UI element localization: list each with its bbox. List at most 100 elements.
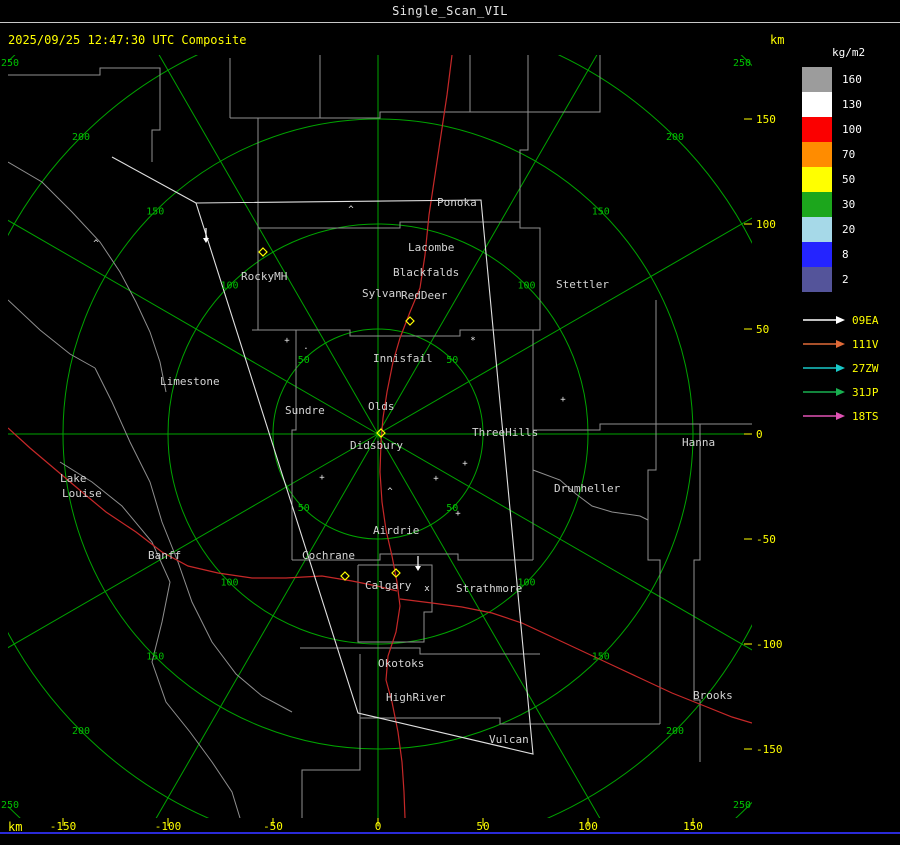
scale-swatch xyxy=(802,92,832,117)
track-id-label: 27ZW xyxy=(852,361,879,375)
city-label-lacombe: Lacombe xyxy=(408,241,454,254)
municipal-boundary xyxy=(59,461,241,818)
municipal-boundary xyxy=(647,300,661,724)
highway-line xyxy=(399,598,752,724)
track-legend: 09EA 111V 27ZW 31JP 18TS xyxy=(802,308,900,428)
scale-swatch xyxy=(802,67,832,92)
municipal-boundary xyxy=(528,55,601,113)
town-mark: + xyxy=(433,474,439,484)
radial-line xyxy=(158,55,379,435)
town-mark: ^ xyxy=(93,239,99,249)
ring-distance-label: 150 xyxy=(146,652,164,663)
timestamp-label: 2025/09/25 12:47:30 UTC Composite xyxy=(8,33,247,47)
city-label-rockymh: RockyMH xyxy=(241,270,287,283)
scale-value: 2 xyxy=(842,273,849,286)
scan-sector-extension xyxy=(111,156,197,204)
municipal-boundary xyxy=(533,423,752,431)
city-label-limestone: Limestone xyxy=(160,375,220,388)
ring-distance-label: 100 xyxy=(517,281,535,292)
city-label-blackfalds: Blackfalds xyxy=(393,266,459,279)
town-mark: x xyxy=(424,584,430,594)
municipal-boundary xyxy=(519,55,541,560)
ring-distance-label: 250 xyxy=(1,800,19,811)
ring-distance-label: 250 xyxy=(1,58,19,69)
city-label-sylvan: Sylvan xyxy=(362,287,402,300)
ring-distance-label: 200 xyxy=(666,726,684,737)
bottom-border xyxy=(0,832,900,834)
legend-unit-label: kg/m2 xyxy=(832,46,866,59)
window-title: Single_Scan_VIL xyxy=(392,4,508,18)
municipal-boundary xyxy=(8,299,96,369)
city-label-vulcan: Vulcan xyxy=(489,733,529,746)
track-arrow-icon xyxy=(803,364,845,372)
radial-line xyxy=(377,433,752,651)
axis-unit-top-right: km xyxy=(770,33,785,47)
title-separator xyxy=(0,22,900,23)
scale-value: 30 xyxy=(842,198,856,211)
city-label-calgary: Calgary xyxy=(365,579,412,592)
right-axis-label: -50 xyxy=(756,533,776,546)
city-label-hanna: Hanna xyxy=(682,436,715,449)
scale-value: 100 xyxy=(842,123,862,136)
map-clipped-layers xyxy=(8,55,752,818)
city-label-drumheller: Drumheller xyxy=(554,482,621,495)
scale-entry: 30 xyxy=(802,192,900,217)
scale-entry: 8 xyxy=(802,242,900,267)
city-label-innisfail: Innisfail xyxy=(373,352,433,365)
scale-entry: 160 xyxy=(802,67,900,92)
municipal-boundary xyxy=(258,221,520,229)
highway-line xyxy=(8,427,398,592)
city-label-reddeer: RedDeer xyxy=(401,289,448,302)
app-window: Single_Scan_VIL 2025/09/25 12:47:30 UTC … xyxy=(0,0,900,841)
municipal-boundary xyxy=(291,330,297,560)
scale-entry: 100 xyxy=(802,117,900,142)
scale-value: 20 xyxy=(842,223,856,236)
town-mark: + xyxy=(462,459,468,469)
municipal-boundary xyxy=(8,67,161,162)
track-entry-111v: 111V xyxy=(802,332,900,356)
municipal-boundary xyxy=(693,424,701,762)
city-label-cochrane: Cochrane xyxy=(302,549,355,562)
city-label-stettler: Stettler xyxy=(556,278,609,291)
radar-display[interactable]: 50 50 50 50 100 100 100 100 150 150 150 150 200 200 20… xyxy=(0,0,900,841)
radial-line xyxy=(377,433,601,818)
right-axis-label: 50 xyxy=(756,323,769,336)
right-axis-label: 100 xyxy=(756,218,776,231)
ring-distance-label: 200 xyxy=(666,132,684,143)
scale-swatch xyxy=(802,192,832,217)
town-mark: + xyxy=(455,509,461,519)
ring-distance-label: 100 xyxy=(220,281,238,292)
town-mark: * xyxy=(470,336,475,346)
city-label-sundre: Sundre xyxy=(285,404,325,417)
scale-entry: 20 xyxy=(802,217,900,242)
track-id-label: 111V xyxy=(852,337,879,351)
track-arrow-icon xyxy=(803,316,845,324)
track-entry-09ea: 09EA xyxy=(802,308,900,332)
track-arrow-icon xyxy=(803,388,845,396)
city-label-brooks: Brooks xyxy=(693,689,733,702)
scale-swatch xyxy=(802,142,832,167)
right-axis-label: 0 xyxy=(756,428,763,441)
track-arrow-icon xyxy=(803,412,845,420)
scale-value: 50 xyxy=(842,173,856,186)
scale-swatch xyxy=(802,267,832,292)
city-label-okotoks: Okotoks xyxy=(378,657,424,670)
city-label-ponoka: Ponoka xyxy=(437,196,477,209)
radial-line xyxy=(377,55,598,435)
radar-svg: 50 50 50 50 100 100 100 100 150 150 150 150 200 200 20… xyxy=(1,55,783,833)
city-label-olds: Olds xyxy=(368,400,395,413)
right-axis-label: -100 xyxy=(756,638,783,651)
scale-entry: 2 xyxy=(802,267,900,292)
track-arrow-icon xyxy=(803,340,845,348)
range-ring-250 xyxy=(8,55,752,818)
town-mark: + xyxy=(560,395,566,405)
track-entry-31jp: 31JP xyxy=(802,380,900,404)
track-id-label: 18TS xyxy=(852,409,879,423)
ring-distance-label: 250 xyxy=(733,800,751,811)
municipal-boundary xyxy=(252,329,533,337)
scale-swatch xyxy=(802,217,832,242)
right-axis-label: 150 xyxy=(756,113,776,126)
city-label-didsbury: Didsbury xyxy=(350,439,403,452)
municipal-boundary xyxy=(360,717,660,725)
ring-distance-label: 150 xyxy=(592,652,610,663)
